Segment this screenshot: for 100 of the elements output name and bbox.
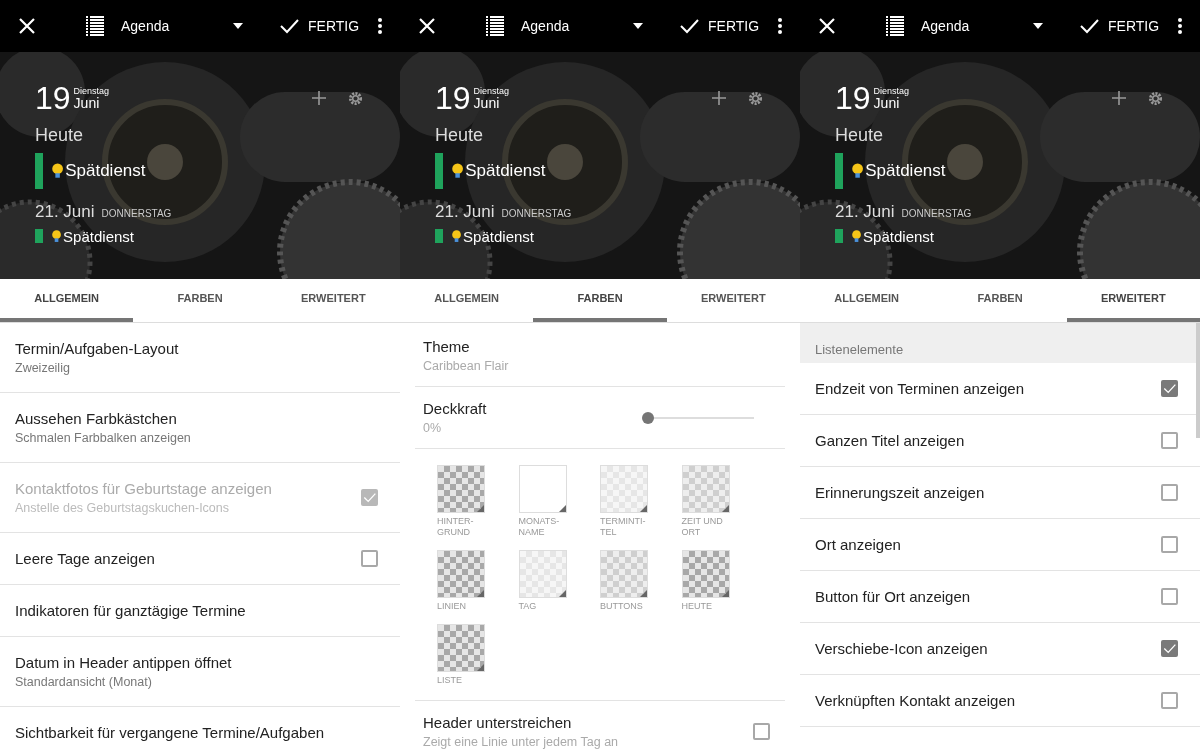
day-number: 19	[35, 82, 71, 114]
light-bulb-icon	[452, 229, 462, 243]
close-icon[interactable]	[418, 17, 436, 35]
day-number: 19	[835, 82, 871, 114]
tab[interactable]: FARBEN	[933, 279, 1067, 322]
check-icon	[1163, 642, 1176, 655]
color-swatch[interactable]	[437, 624, 485, 672]
setting-subtitle: Standardansicht (Monat)	[15, 673, 153, 691]
swatch-label: TAG	[518, 601, 538, 612]
light-bulb-icon	[52, 163, 64, 179]
corner-triangle-icon	[558, 590, 566, 597]
color-swatch[interactable]	[681, 550, 730, 598]
weekday-label: DONNERSTAG	[501, 207, 572, 221]
corner-triangle-icon	[477, 590, 484, 597]
settings-icon[interactable]	[1148, 90, 1163, 106]
settings-icon[interactable]	[748, 90, 763, 106]
swatch-label: BUTTONS	[600, 601, 644, 612]
setting-title: Deckkraft	[423, 398, 487, 419]
event-title: Spätdienst	[63, 227, 134, 245]
slider-thumb[interactable]	[642, 411, 654, 424]
checkbox[interactable]	[1161, 380, 1178, 397]
list-icon	[86, 16, 104, 36]
caret-icon	[633, 23, 643, 29]
event-title: Spätdienst	[865, 160, 946, 183]
setting-title: Indikatoren für ganztägige Termine	[15, 600, 246, 621]
done-button[interactable]: FERTIG	[1079, 15, 1160, 37]
tab[interactable]: ERWEITERT	[266, 279, 400, 322]
setting-title: Endzeit von Terminen anzeigen	[815, 378, 1025, 399]
swatch-label: ZEIT UND ORT	[681, 516, 724, 538]
checkbox[interactable]	[1161, 692, 1178, 709]
list-icon	[886, 16, 904, 36]
setting-title: Termin/Aufgaben-Layout	[15, 338, 179, 359]
more-icon[interactable]	[1178, 18, 1182, 34]
setting-title: Aussehen Farbkästchen	[15, 408, 178, 429]
swatch-label: LINIEN	[437, 601, 467, 612]
swatch-label: TERMINTI- TEL	[600, 516, 647, 538]
setting-subtitle: Zweizeilig	[15, 359, 71, 377]
swatch-label: LISTE	[437, 675, 463, 686]
settings-icon[interactable]	[348, 90, 363, 106]
setting-title: Leere Tage anzeigen	[15, 548, 155, 569]
color-swatch[interactable]	[518, 550, 567, 598]
close-icon[interactable]	[818, 17, 836, 35]
color-swatch[interactable]	[681, 465, 730, 513]
corner-triangle-icon	[721, 590, 729, 597]
date-label: 21. Juni	[35, 201, 95, 223]
setting-subtitle: Anstelle des Geburtstagskuchen-Icons	[15, 499, 230, 517]
day-number: 19	[435, 82, 471, 114]
done-button[interactable]: FERTIG	[279, 15, 360, 37]
check-icon	[1163, 382, 1176, 395]
more-icon[interactable]	[778, 18, 782, 34]
setting-title: Header unterstreichen	[423, 712, 573, 733]
more-icon[interactable]	[378, 18, 382, 34]
plus-icon[interactable]	[1112, 91, 1126, 105]
weekday-label: DONNERSTAG	[901, 207, 972, 221]
checkbox[interactable]	[1161, 484, 1178, 501]
light-bulb-icon	[452, 163, 464, 179]
view-dropdown[interactable]: Agenda	[921, 15, 1043, 37]
color-swatch[interactable]	[437, 550, 485, 598]
tab[interactable]: FARBEN	[133, 279, 267, 322]
tab[interactable]: ALLGEMEIN	[800, 279, 934, 322]
event-title: Spätdienst	[863, 227, 934, 245]
event-title: Spätdienst	[65, 160, 146, 183]
setting-title: Theme	[423, 336, 471, 357]
light-bulb-icon	[852, 163, 864, 179]
checkbox[interactable]	[361, 550, 378, 567]
month-label: Juni	[473, 95, 500, 111]
checkbox[interactable]	[753, 723, 770, 740]
weekday-label: DONNERSTAG	[101, 207, 172, 221]
plus-icon[interactable]	[712, 91, 726, 105]
month-label: Juni	[73, 95, 100, 111]
tab[interactable]: ALLGEMEIN	[400, 279, 534, 322]
setting-subtitle: 0%	[423, 419, 443, 437]
caret-icon	[1033, 23, 1043, 29]
checkbox[interactable]	[1161, 432, 1178, 449]
swatch-label: HEUTE	[681, 601, 713, 612]
close-icon[interactable]	[18, 17, 36, 35]
checkbox[interactable]	[1161, 588, 1178, 605]
corner-triangle-icon	[640, 505, 647, 512]
setting-subtitle: Zeigt eine Linie unter jedem Tag an	[423, 733, 619, 751]
checkbox[interactable]	[1161, 536, 1178, 553]
swatch-label: HINTER- GRUND	[437, 516, 475, 538]
month-label: Juni	[873, 95, 900, 111]
color-swatch[interactable]	[600, 465, 648, 513]
tab[interactable]: ERWEITERT	[666, 279, 800, 322]
color-swatch[interactable]	[437, 465, 485, 513]
event-title: Spätdienst	[463, 227, 534, 245]
today-label: Heute	[35, 124, 85, 147]
view-dropdown[interactable]: Agenda	[121, 15, 243, 37]
plus-icon[interactable]	[312, 91, 326, 105]
checkbox[interactable]	[1161, 640, 1178, 657]
view-dropdown[interactable]: Agenda	[521, 15, 643, 37]
swatch-label: MONATS- NAME	[518, 516, 561, 538]
corner-triangle-icon	[558, 505, 566, 512]
color-swatch[interactable]	[600, 550, 648, 598]
setting-title: Sichtbarkeit für vergangene Termine/Aufgaben	[15, 722, 325, 743]
setting-title: Ort anzeigen	[815, 534, 901, 555]
corner-triangle-icon	[721, 505, 729, 512]
setting-title: Button für Ort anzeigen	[815, 586, 971, 607]
color-swatch[interactable]	[518, 465, 567, 513]
done-button[interactable]: FERTIG	[679, 15, 760, 37]
